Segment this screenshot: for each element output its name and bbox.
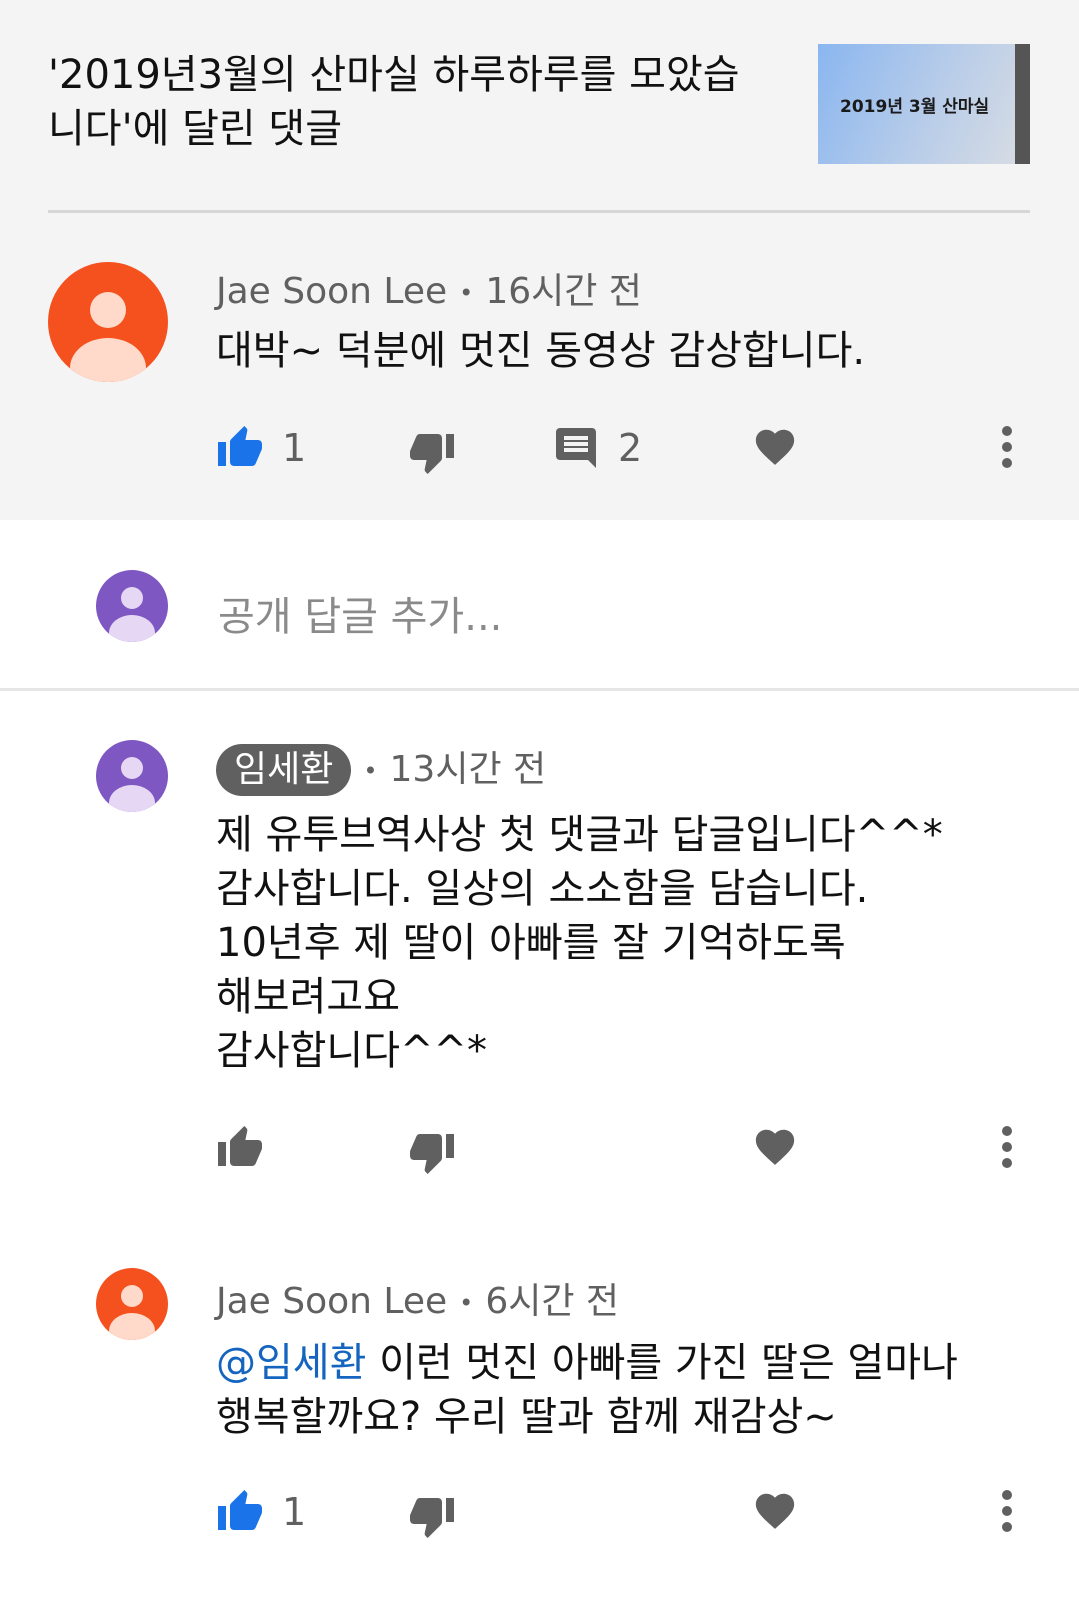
reply-box-divider <box>0 688 1079 691</box>
like-button[interactable] <box>216 1124 264 1172</box>
thumbs-up-icon <box>218 1490 262 1530</box>
comment-time[interactable]: 16시간 전 <box>485 271 642 312</box>
reply-time[interactable]: 6시간 전 <box>485 1281 619 1322</box>
like-button[interactable]: 1 <box>216 1488 306 1536</box>
more-options-button[interactable] <box>1000 1124 1014 1170</box>
reply-time[interactable]: 13시간 전 <box>390 749 547 790</box>
avatar[interactable] <box>48 262 168 382</box>
heart-button[interactable] <box>752 1124 798 1170</box>
thumbs-up-icon <box>218 426 262 466</box>
thumbnail-text: 2019년 3월 산마실 <box>840 96 990 117</box>
meta-separator: • <box>459 279 474 307</box>
comment-icon <box>556 428 596 468</box>
heart-icon <box>755 1129 795 1165</box>
thumbnail-bar <box>1015 44 1030 164</box>
more-vert-icon <box>1002 426 1012 468</box>
reply-text: 제 유투브역사상 첫 댓글과 답글입니다^^* 감사합니다. 일상의 소소함을 … <box>216 812 943 1074</box>
reply-meta: 임세환 • 13시간 전 <box>216 740 546 796</box>
avatar[interactable] <box>96 740 168 812</box>
heart-button[interactable] <box>752 424 798 470</box>
meta-separator: • <box>459 1289 474 1317</box>
comment-text: 대박~ 덕분에 멋진 동영상 감상합니다. <box>216 328 866 374</box>
replies-button[interactable]: 2 <box>552 424 642 472</box>
heart-button[interactable] <box>752 1488 798 1534</box>
header-divider <box>48 210 1030 213</box>
author-name[interactable]: Jae Soon Lee <box>216 1281 447 1322</box>
dislike-button[interactable] <box>408 1128 456 1176</box>
meta-separator: • <box>363 757 378 785</box>
user-avatar <box>96 570 168 642</box>
thumbs-down-icon <box>410 434 454 474</box>
comment-meta: Jae Soon Lee • 16시간 전 <box>216 262 642 314</box>
heart-icon <box>755 1493 795 1529</box>
reply-meta: Jae Soon Lee • 6시간 전 <box>216 1272 619 1324</box>
more-vert-icon <box>1002 1490 1012 1532</box>
user-mention[interactable]: @임세환 <box>216 1340 366 1386</box>
reply-input[interactable]: 공개 답글 추가... <box>218 584 502 642</box>
author-badge[interactable]: 임세환 <box>216 744 352 796</box>
heart-icon <box>755 429 795 465</box>
reply-text: @임세환 이런 멋진 아빠를 가진 딸은 얼마나 행복할까요? 우리 딸과 함께… <box>216 1336 958 1444</box>
dislike-button[interactable] <box>408 428 456 476</box>
avatar[interactable] <box>96 1268 168 1340</box>
video-thumbnail[interactable]: 2019년 3월 산마실 <box>818 44 1030 164</box>
dislike-button[interactable] <box>408 1492 456 1540</box>
thumbs-down-icon <box>410 1134 454 1174</box>
more-vert-icon <box>1002 1126 1012 1168</box>
thumbs-down-icon <box>410 1498 454 1538</box>
like-count: 1 <box>282 426 307 470</box>
video-title: '2019년3월의 산마실 하루하루를 모았습니다'에 달린 댓글 <box>48 52 740 152</box>
reply-count: 2 <box>618 426 643 470</box>
more-options-button[interactable] <box>1000 1488 1014 1534</box>
thumbs-up-icon <box>218 1126 262 1166</box>
like-count: 1 <box>282 1490 307 1534</box>
author-name[interactable]: Jae Soon Lee <box>216 271 447 312</box>
comment-header-section: '2019년3월의 산마실 하루하루를 모았습니다'에 달린 댓글 2019년 … <box>0 0 1079 520</box>
more-options-button[interactable] <box>1000 424 1014 470</box>
like-button[interactable]: 1 <box>216 424 306 472</box>
